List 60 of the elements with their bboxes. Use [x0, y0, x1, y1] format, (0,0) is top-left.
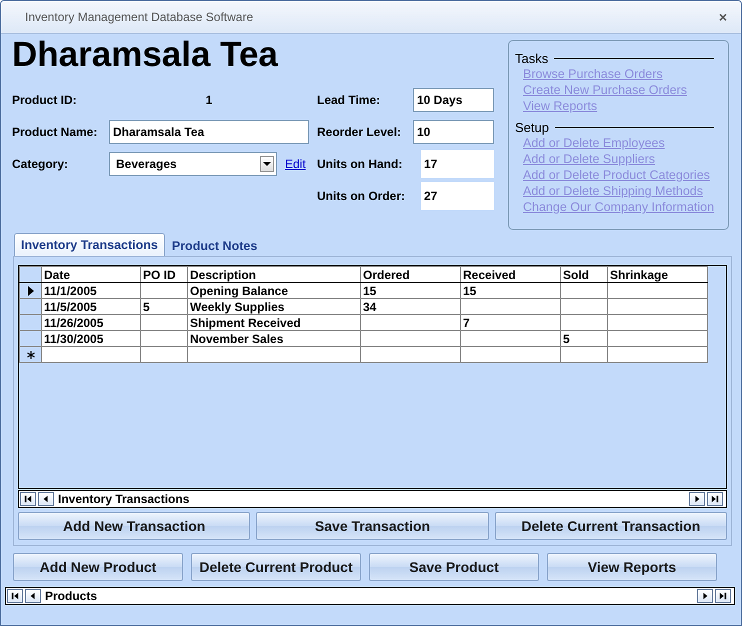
record-navigator-label: Products: [44, 589, 98, 603]
text-field[interactable]: 17: [421, 150, 494, 178]
tab[interactable]: Inventory Transactions: [14, 233, 165, 256]
close-button[interactable]: ×: [718, 9, 727, 25]
last-record-icon[interactable]: [711, 495, 719, 503]
record-navigator-label: Inventory Transactions: [57, 492, 190, 506]
action-button[interactable]: Delete Current Product: [191, 553, 361, 581]
section-heading: Tasks: [515, 51, 548, 66]
table-cell: 5: [140, 298, 188, 314]
column-header: Sold: [560, 266, 608, 282]
field-label: Lead Time:: [317, 93, 382, 107]
column-header: Ordered: [360, 266, 460, 282]
column-header: Shrinkage: [608, 266, 708, 282]
table-cell: Opening Balance: [188, 282, 360, 298]
field-label: Units on Order:: [317, 189, 406, 203]
table-cell: Weekly Supplies: [188, 298, 360, 314]
window-title: Inventory Management Database Software: [25, 10, 254, 24]
product-title: Dharamsala Tea: [12, 36, 279, 74]
edit-link[interactable]: Edit: [285, 157, 306, 171]
table-cell: 15: [460, 282, 560, 298]
text-field[interactable]: 10: [413, 120, 494, 144]
table-cell: November Sales: [188, 330, 360, 346]
table-cell: 15: [360, 282, 460, 298]
column-header: Received: [460, 266, 560, 282]
action-button[interactable]: Add New Product: [13, 553, 183, 581]
table-cell: 11/5/2005: [42, 298, 140, 314]
action-button[interactable]: Save Product: [369, 553, 539, 581]
text-field[interactable]: 27: [421, 182, 494, 210]
table-cell: Shipment Received: [188, 314, 360, 330]
table-cell: 11/1/2005: [42, 282, 140, 298]
action-button[interactable]: Delete Current Transaction: [494, 512, 727, 540]
field-label: Product ID:: [12, 93, 78, 107]
previous-record-icon[interactable]: [42, 495, 50, 503]
section-heading: Setup: [515, 120, 549, 135]
table-cell: 5: [560, 330, 608, 346]
first-record-icon[interactable]: [24, 495, 32, 503]
text-field[interactable]: 10 Days: [413, 88, 494, 112]
table-cell: 34: [360, 298, 460, 314]
action-button[interactable]: Save Transaction: [256, 512, 489, 540]
field-label: Category:: [12, 157, 70, 171]
field-value: 1: [204, 93, 214, 107]
table-cell: 11/30/2005: [42, 330, 140, 346]
table-cell: 11/26/2005: [42, 314, 140, 330]
field-label: Units on Hand:: [317, 157, 404, 171]
column-header: Description: [188, 266, 360, 282]
first-record-icon[interactable]: [11, 592, 19, 600]
next-record-icon[interactable]: [693, 495, 701, 503]
tab[interactable]: Product Notes: [164, 235, 264, 256]
last-record-icon[interactable]: [719, 592, 727, 600]
text-field[interactable]: Dharamsala Tea: [109, 120, 309, 144]
column-header: Date: [42, 266, 140, 282]
previous-record-icon[interactable]: [29, 592, 37, 600]
dropdown-field[interactable]: Beverages: [109, 152, 277, 176]
field-label: Product Name:: [12, 125, 98, 139]
action-button[interactable]: View Reports: [547, 553, 717, 581]
field-label: Reorder Level:: [317, 125, 402, 139]
table-cell: 7: [460, 314, 560, 330]
column-header: PO ID: [140, 266, 188, 282]
next-record-icon[interactable]: [701, 592, 709, 600]
action-button[interactable]: Add New Transaction: [18, 512, 250, 540]
